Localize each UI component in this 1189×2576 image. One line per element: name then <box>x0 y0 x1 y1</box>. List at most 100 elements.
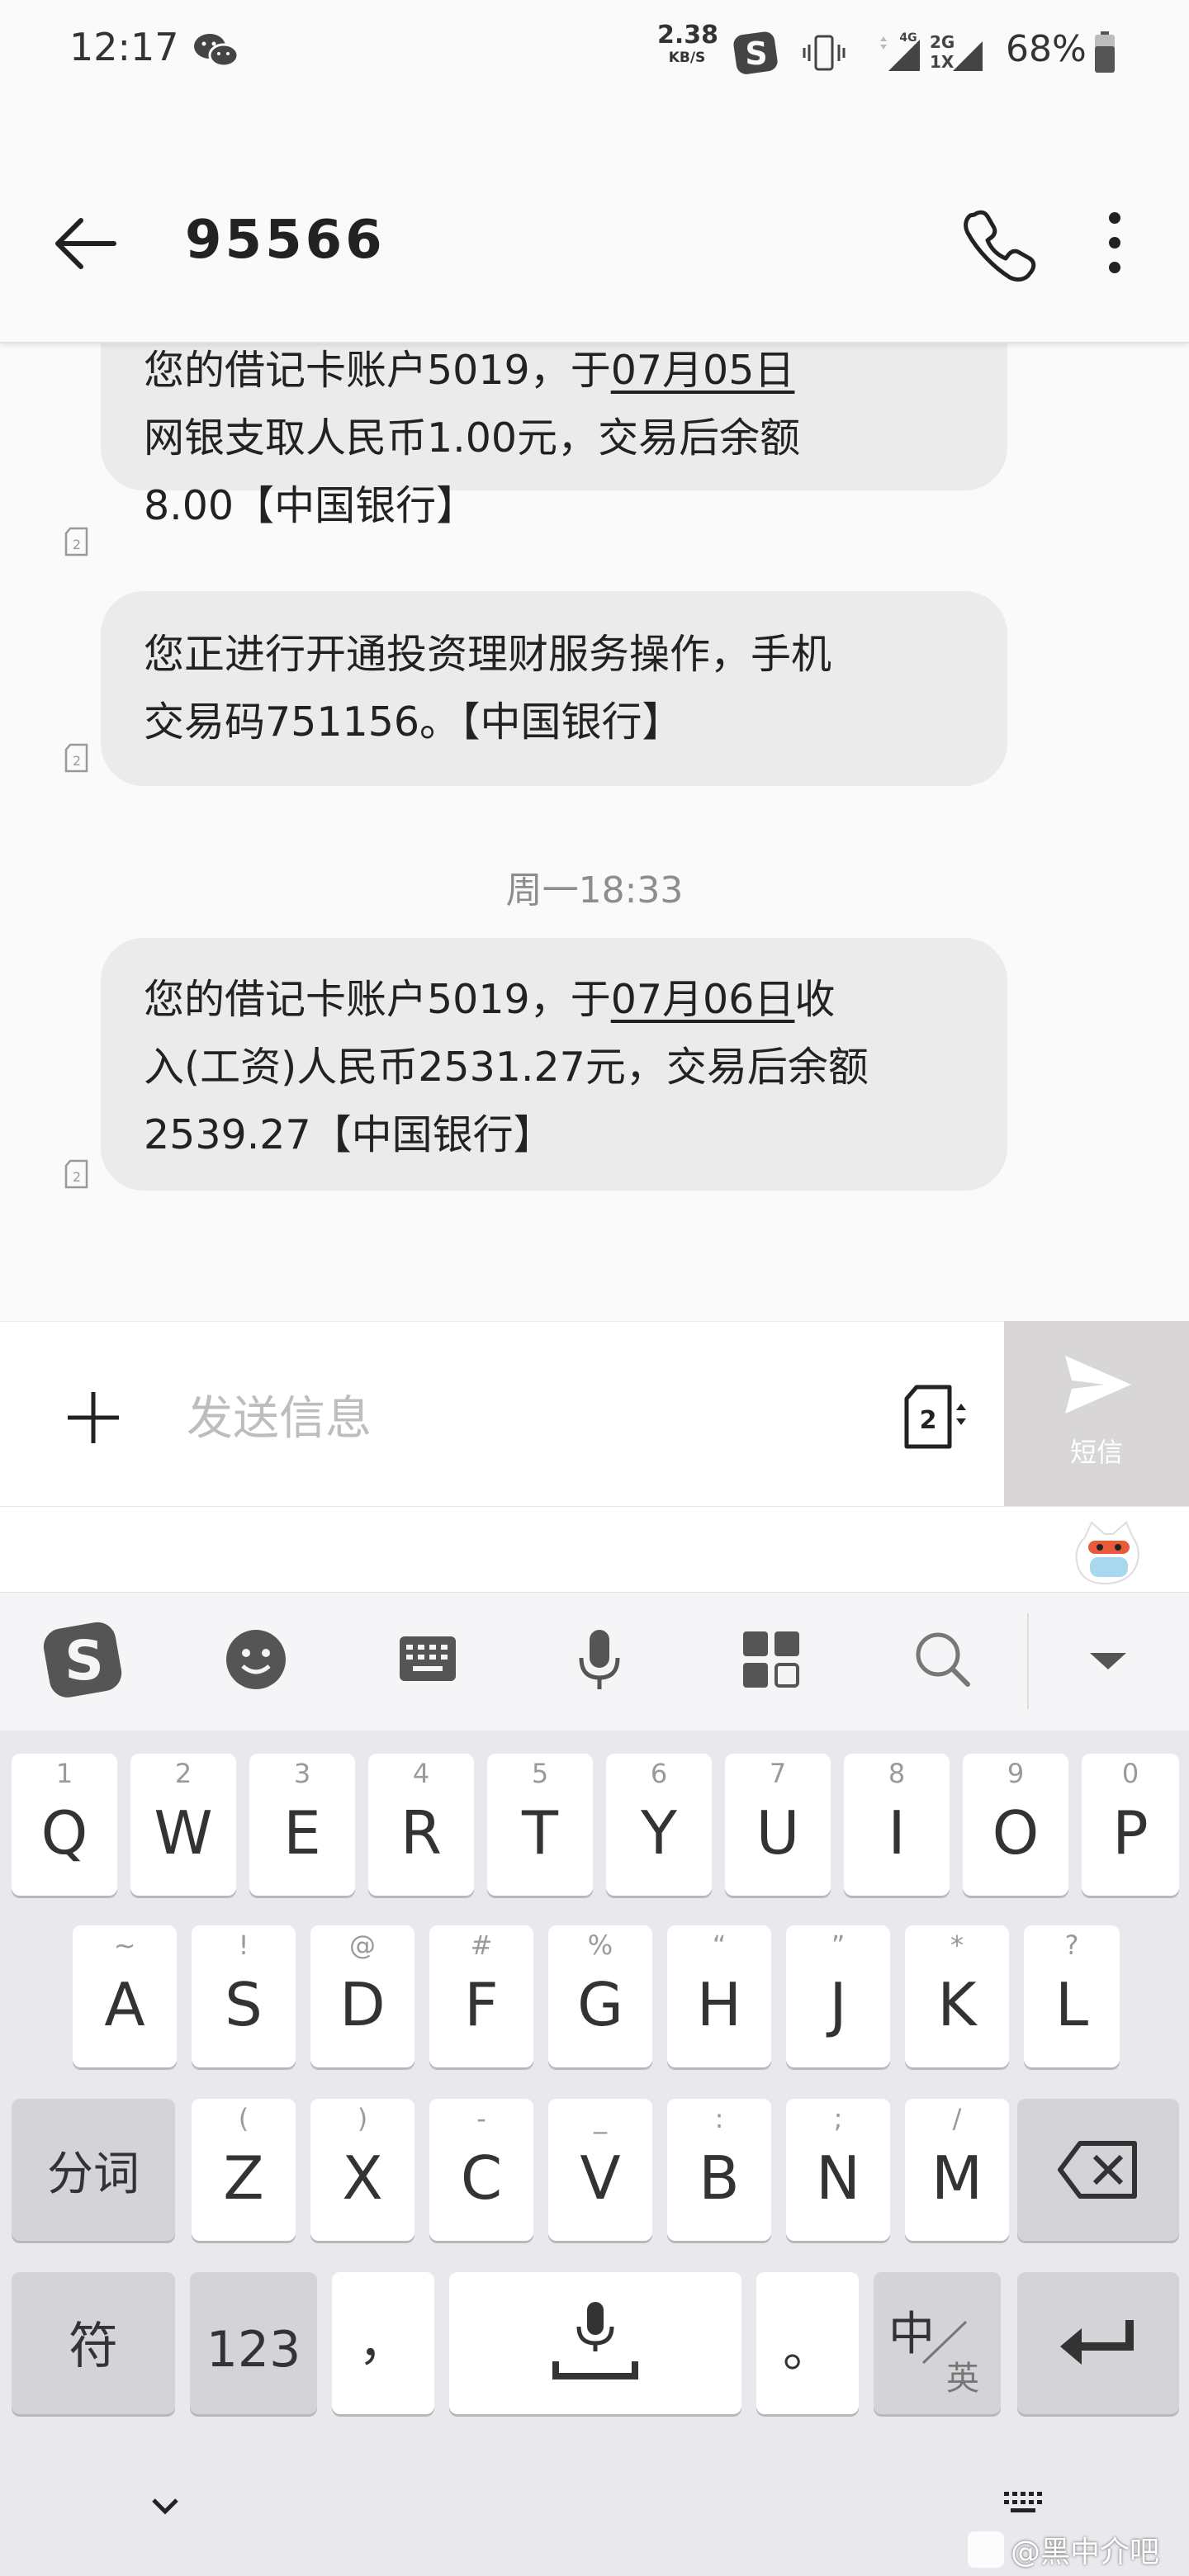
message-line: 您的借记卡账户5019，于07月05日 <box>144 342 964 405</box>
emoji-button[interactable] <box>213 1617 299 1702</box>
battery-percent: 68% <box>1006 28 1087 70</box>
attach-button[interactable] <box>64 1389 122 1447</box>
key-label: P <box>1112 1798 1149 1868</box>
lang-key-secondary: 英 <box>946 2360 979 2398</box>
sim-select-button[interactable]: 2 <box>902 1382 969 1453</box>
key-v[interactable]: _ V <box>548 2099 652 2241</box>
key-d[interactable]: @ D <box>310 1925 414 2067</box>
key-g[interactable]: % G <box>548 1925 652 2067</box>
key-l[interactable]: ? L <box>1024 1925 1120 2067</box>
battery-icon <box>1095 31 1115 73</box>
collapse-keyboard-button[interactable] <box>1065 1617 1151 1702</box>
key-label: S <box>225 1970 263 2039</box>
message-input[interactable] <box>187 1379 864 1458</box>
key-hint: 8 <box>888 1758 906 1789</box>
toolbar-divider <box>1027 1613 1029 1709</box>
comma-key[interactable]: ， <box>332 2272 434 2414</box>
message-bubble[interactable]: 您正进行开通投资理财服务操作，手机 交易码751156。【中国银行】 <box>101 591 1007 786</box>
key-w[interactable]: 2W <box>130 1754 236 1896</box>
search-button[interactable] <box>900 1617 986 1702</box>
call-button[interactable] <box>958 203 1037 282</box>
keyboard-switch-button[interactable] <box>1001 2488 1047 2522</box>
key-o[interactable]: 9O <box>963 1754 1068 1896</box>
watermark: @黑中介吧 <box>968 2526 1184 2573</box>
space-mic-icon <box>552 2302 638 2379</box>
key-n[interactable]: ; N <box>786 2099 890 2241</box>
key-a[interactable]: ~ A <box>73 1925 177 2067</box>
segment-key[interactable]: 分词 <box>12 2099 175 2241</box>
backspace-key[interactable] <box>1017 2099 1179 2241</box>
key-label: T <box>522 1798 558 1868</box>
key-t[interactable]: 5T <box>487 1754 593 1896</box>
key-i[interactable]: 8I <box>844 1754 950 1896</box>
key-hint: _ <box>594 2103 607 2134</box>
key-label: M <box>931 2143 983 2213</box>
date-link[interactable]: 07月05日 <box>611 347 795 394</box>
message-list[interactable]: 您的借记卡账户5019，于07月05日 网银支取人民币1.00元，交易后余额 8… <box>0 342 1189 1321</box>
back-arrow-icon <box>55 218 116 269</box>
key-s[interactable]: ! S <box>192 1925 296 2067</box>
message-text: 您的借记卡账户5019，于 <box>144 347 611 394</box>
toolbox-button[interactable] <box>728 1617 814 1702</box>
key-r[interactable]: 4R <box>368 1754 474 1896</box>
caret-down-icon <box>1090 1653 1126 1669</box>
keyboard-layout-button[interactable] <box>385 1617 471 1702</box>
key-label: L <box>1054 1970 1089 2039</box>
key-label: B <box>699 2143 740 2213</box>
message-text: 收 <box>794 976 836 1023</box>
key-hint: ; <box>833 2103 843 2134</box>
key-label: 符 <box>69 2318 118 2375</box>
message-line: 2539.27【中国银行】 <box>144 1111 554 1158</box>
key-y[interactable]: 6Y <box>606 1754 712 1896</box>
key-hint: 0 <box>1121 1758 1139 1789</box>
key-hint: : <box>714 2103 724 2134</box>
key-b[interactable]: :B <box>667 2099 771 2241</box>
key-hint: 6 <box>650 1758 668 1789</box>
key-hint: 5 <box>531 1758 549 1789</box>
key-label: D <box>339 1970 386 2039</box>
number-key[interactable]: 123 <box>190 2272 317 2414</box>
key-hint: 7 <box>769 1758 787 1789</box>
backspace-icon <box>1058 2141 1137 2199</box>
key-label: R <box>400 1798 443 1868</box>
key-z[interactable]: (Z <box>192 2099 296 2241</box>
signal-4g-label: 4G <box>899 31 917 45</box>
key-p[interactable]: 0P <box>1082 1754 1179 1896</box>
message-line: 您正进行开通投资理财服务操作，手机 <box>144 631 832 678</box>
key-x[interactable]: ) X <box>310 2099 414 2241</box>
sim-2-icon: 2 <box>63 743 91 773</box>
key-k[interactable]: * K <box>905 1925 1009 2067</box>
more-options-button[interactable] <box>1095 206 1135 279</box>
sim-select-label: 2 <box>920 1406 937 1435</box>
message-bubble[interactable]: 您的借记卡账户5019，于07月06日收 入(工资)人民币2531.27元，交易… <box>101 938 1007 1191</box>
key-label: K <box>937 1970 977 2039</box>
language-switch-key[interactable]: 中 英 <box>874 2272 1001 2414</box>
nav-hide-keyboard-button[interactable] <box>140 2490 190 2523</box>
symbol-key[interactable]: 符 <box>12 2272 175 2414</box>
ime-mascot-icon[interactable] <box>1073 1516 1144 1587</box>
vibrate-icon <box>801 33 847 73</box>
message-bubble[interactable]: 您的借记卡账户5019，于07月05日 网银支取人民币1.00元，交易后余额 8… <box>101 342 1007 529</box>
signal-1x-label: 1X <box>930 52 955 72</box>
key-c[interactable]: -C <box>429 2099 533 2241</box>
voice-input-button[interactable] <box>557 1617 642 1702</box>
key-hint: ~ <box>113 1930 136 1961</box>
key-m[interactable]: / M <box>905 2099 1009 2241</box>
key-u[interactable]: 7U <box>725 1754 831 1896</box>
key-label: X <box>342 2143 383 2213</box>
back-button[interactable] <box>50 211 129 277</box>
period-key[interactable]: 。 <box>756 2272 859 2414</box>
message-line: 网银支取人民币1.00元，交易后余额 <box>144 414 801 462</box>
key-q[interactable]: 1Q <box>12 1754 117 1896</box>
key-f[interactable]: # F <box>429 1925 533 2067</box>
date-link[interactable]: 07月06日 <box>611 976 795 1023</box>
enter-key[interactable] <box>1017 2272 1179 2414</box>
key-h[interactable]: “H <box>667 1925 771 2067</box>
key-hint: 9 <box>1007 1758 1025 1789</box>
sogou-logo-button[interactable]: S <box>41 1617 127 1702</box>
key-e[interactable]: 3E <box>249 1754 355 1896</box>
emoji-icon <box>226 1630 286 1689</box>
space-key[interactable] <box>449 2272 741 2414</box>
signal-4g-icon: 4G <box>875 30 921 73</box>
key-j[interactable]: ” J <box>786 1925 890 2067</box>
